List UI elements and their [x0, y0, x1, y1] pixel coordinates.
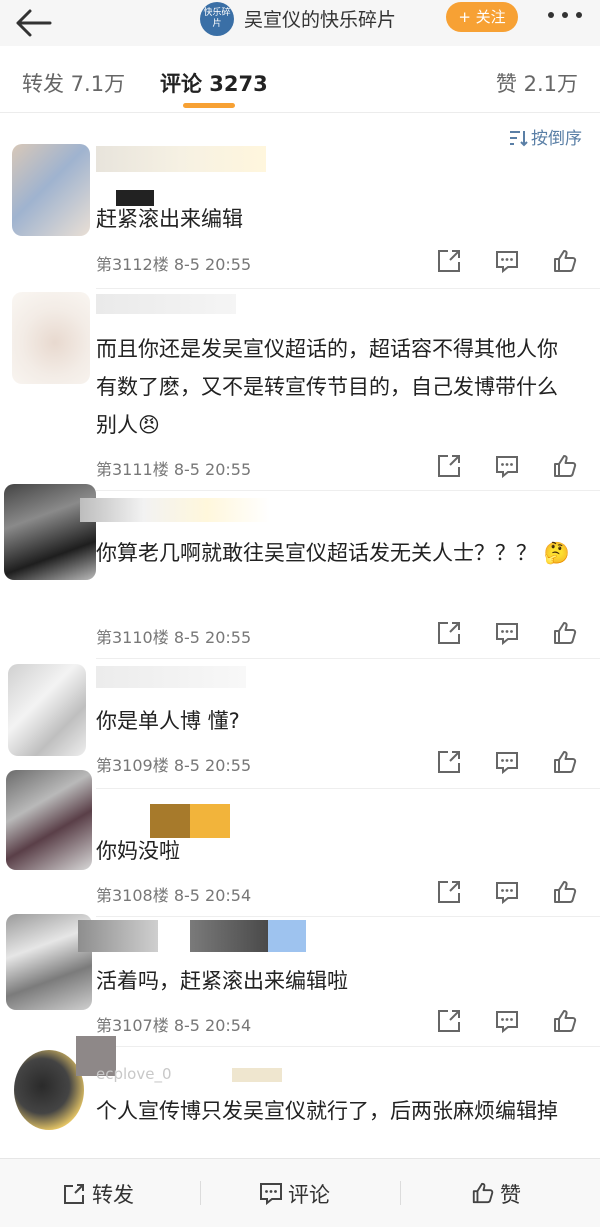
- comment-time: 8-5 20:55: [173, 255, 252, 274]
- share-icon[interactable]: [436, 620, 462, 646]
- tab-like[interactable]: 赞 2.1万: [496, 68, 578, 98]
- reply-icon[interactable]: [494, 1008, 520, 1034]
- comment-text: 你算老几啊就敢往吴宣仪超话发无关人士？？？ 🤔: [96, 541, 570, 565]
- bottom-repost-button[interactable]: 转发: [62, 1179, 134, 1209]
- comment-icon: [260, 1183, 282, 1206]
- comment-time: 8-5 20:54: [173, 886, 252, 905]
- redaction-block: [190, 920, 268, 952]
- more-options-icon[interactable]: [545, 6, 585, 24]
- avatar[interactable]: [12, 292, 90, 384]
- divider: [96, 490, 600, 491]
- comment-item: 而且你还是发吴宣仪超话的，超话容不得其他人你有数了麽，又不是转宣传节目的，自己发…: [0, 290, 600, 490]
- reply-icon[interactable]: [494, 620, 520, 646]
- comment-meta: 第3111楼 8-5 20:55: [96, 456, 251, 480]
- tab-bar: 转发 7.1万 评论 3273 赞 2.1万: [0, 46, 600, 113]
- like-icon[interactable]: [552, 453, 578, 479]
- tab-comment[interactable]: 评论 3273: [160, 68, 268, 98]
- comment-item: 赶紧滚出来编辑 第3112楼 8-5 20:55: [0, 138, 600, 288]
- reply-icon[interactable]: [494, 749, 520, 775]
- top-bar: 快乐碎片 吴宣仪的快乐碎片 + 关注: [0, 0, 600, 46]
- bottom-like-button[interactable]: 赞: [470, 1179, 521, 1209]
- comment-text: 你妈没啦: [96, 839, 180, 863]
- share-icon[interactable]: [436, 248, 462, 274]
- comment-item: 活着吗，赶紧滚出来编辑啦 第3107楼 8-5 20:54: [0, 914, 600, 1046]
- floor-number: 第3107楼: [96, 1016, 169, 1035]
- comment-meta: 第3110楼 8-5 20:55: [96, 624, 251, 648]
- divider: [96, 788, 600, 789]
- username-redacted[interactable]: [80, 498, 270, 522]
- bottom-comment-label: 评论: [288, 1183, 330, 1207]
- comment-meta: 第3108楼 8-5 20:54: [96, 882, 251, 906]
- comment-item: ecplove_0 个人宣传博只发吴宣仪就行了，后两张麻烦编辑掉: [0, 1036, 600, 1158]
- follow-button[interactable]: + 关注: [446, 2, 518, 32]
- comment-meta: 第3107楼 8-5 20:54: [96, 1012, 251, 1036]
- bottom-comment-button[interactable]: 评论: [258, 1179, 330, 1209]
- comment-item: 你妈没啦 第3108楼 8-5 20:54: [0, 770, 600, 916]
- like-icon: [472, 1182, 494, 1204]
- channel-name[interactable]: 吴宣仪的快乐碎片: [244, 5, 396, 32]
- bottom-action-bar: 转发 评论 赞: [0, 1158, 600, 1227]
- comment-meta: 第3109楼 8-5 20:55: [96, 752, 251, 776]
- like-icon[interactable]: [552, 749, 578, 775]
- like-icon[interactable]: [552, 248, 578, 274]
- divider: [200, 1181, 201, 1205]
- comment-time: 8-5 20:55: [173, 628, 252, 647]
- redaction-block: [78, 920, 158, 952]
- divider: [400, 1181, 401, 1205]
- active-tab-indicator: [183, 103, 235, 108]
- floor-number: 第3112楼: [96, 255, 169, 274]
- username-redacted[interactable]: [96, 146, 266, 172]
- username-redacted[interactable]: [96, 294, 236, 314]
- comment-time: 8-5 20:55: [173, 756, 252, 775]
- reply-icon[interactable]: [494, 879, 520, 905]
- divider: [96, 1046, 600, 1047]
- comment-text: 个人宣传博只发吴宣仪就行了，后两张麻烦编辑掉: [96, 1099, 558, 1123]
- comment-text: 而且你还是发吴宣仪超话的，超话容不得其他人你有数了麽，又不是转宣传节目的，自己发…: [96, 337, 558, 437]
- share-icon[interactable]: [436, 749, 462, 775]
- divider: [96, 916, 600, 917]
- comment-item: 你是单人博 懂? 第3109楼 8-5 20:55: [0, 660, 600, 788]
- bottom-repost-label: 转发: [92, 1183, 134, 1207]
- like-icon[interactable]: [552, 620, 578, 646]
- floor-number: 第3109楼: [96, 756, 169, 775]
- comment-meta: 第3112楼 8-5 20:55: [96, 251, 251, 275]
- floor-number: 第3111楼: [96, 460, 169, 479]
- divider: [96, 288, 600, 289]
- channel-avatar-text: 快乐碎片: [203, 8, 231, 29]
- floor-number: 第3108楼: [96, 886, 169, 905]
- like-icon[interactable]: [552, 879, 578, 905]
- like-icon[interactable]: [552, 1008, 578, 1034]
- comment-text: 活着吗，赶紧滚出来编辑啦: [96, 969, 348, 993]
- divider: [96, 658, 600, 659]
- avatar[interactable]: [6, 770, 92, 870]
- comment-item: 你算老几啊就敢往吴宣仪超话发无关人士？？？ 🤔 第3110楼 8-5 20:55: [0, 484, 600, 658]
- username-redacted[interactable]: [96, 666, 246, 688]
- bottom-like-label: 赞: [500, 1183, 521, 1207]
- username[interactable]: ecplove_0: [96, 1064, 172, 1090]
- channel-avatar[interactable]: 快乐碎片: [200, 2, 234, 36]
- avatar[interactable]: [12, 144, 90, 236]
- floor-number: 第3110楼: [96, 628, 169, 647]
- back-arrow-icon[interactable]: [14, 8, 52, 38]
- redaction-block: [232, 1068, 282, 1082]
- reply-icon[interactable]: [494, 248, 520, 274]
- comment-time: 8-5 20:55: [173, 460, 252, 479]
- tab-repost[interactable]: 转发 7.1万: [22, 68, 125, 98]
- share-icon[interactable]: [436, 879, 462, 905]
- comment-text: 赶紧滚出来编辑: [96, 207, 243, 231]
- redaction-block: [268, 920, 306, 952]
- avatar[interactable]: [8, 664, 86, 756]
- avatar[interactable]: [14, 1050, 84, 1130]
- comment-text: 你是单人博 懂?: [96, 709, 240, 733]
- share-icon[interactable]: [436, 1008, 462, 1034]
- reply-icon[interactable]: [494, 453, 520, 479]
- share-icon[interactable]: [436, 453, 462, 479]
- comment-time: 8-5 20:54: [173, 1016, 252, 1035]
- repost-icon: [64, 1184, 84, 1204]
